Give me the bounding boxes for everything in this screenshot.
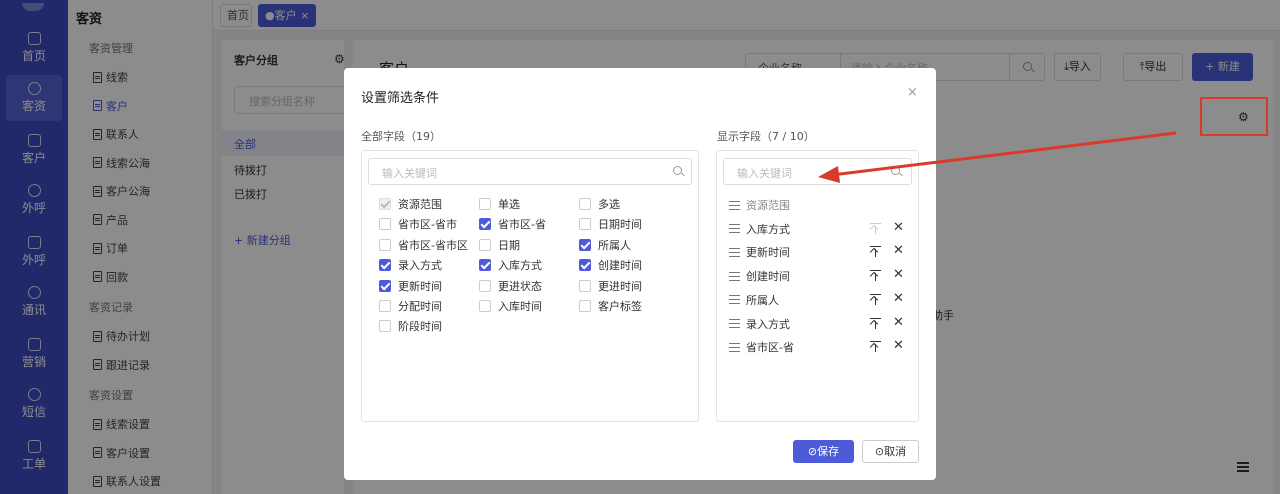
arrow-line bbox=[831, 131, 1177, 177]
arrow-head bbox=[818, 166, 840, 183]
annotation-arrow bbox=[818, 131, 1177, 183]
